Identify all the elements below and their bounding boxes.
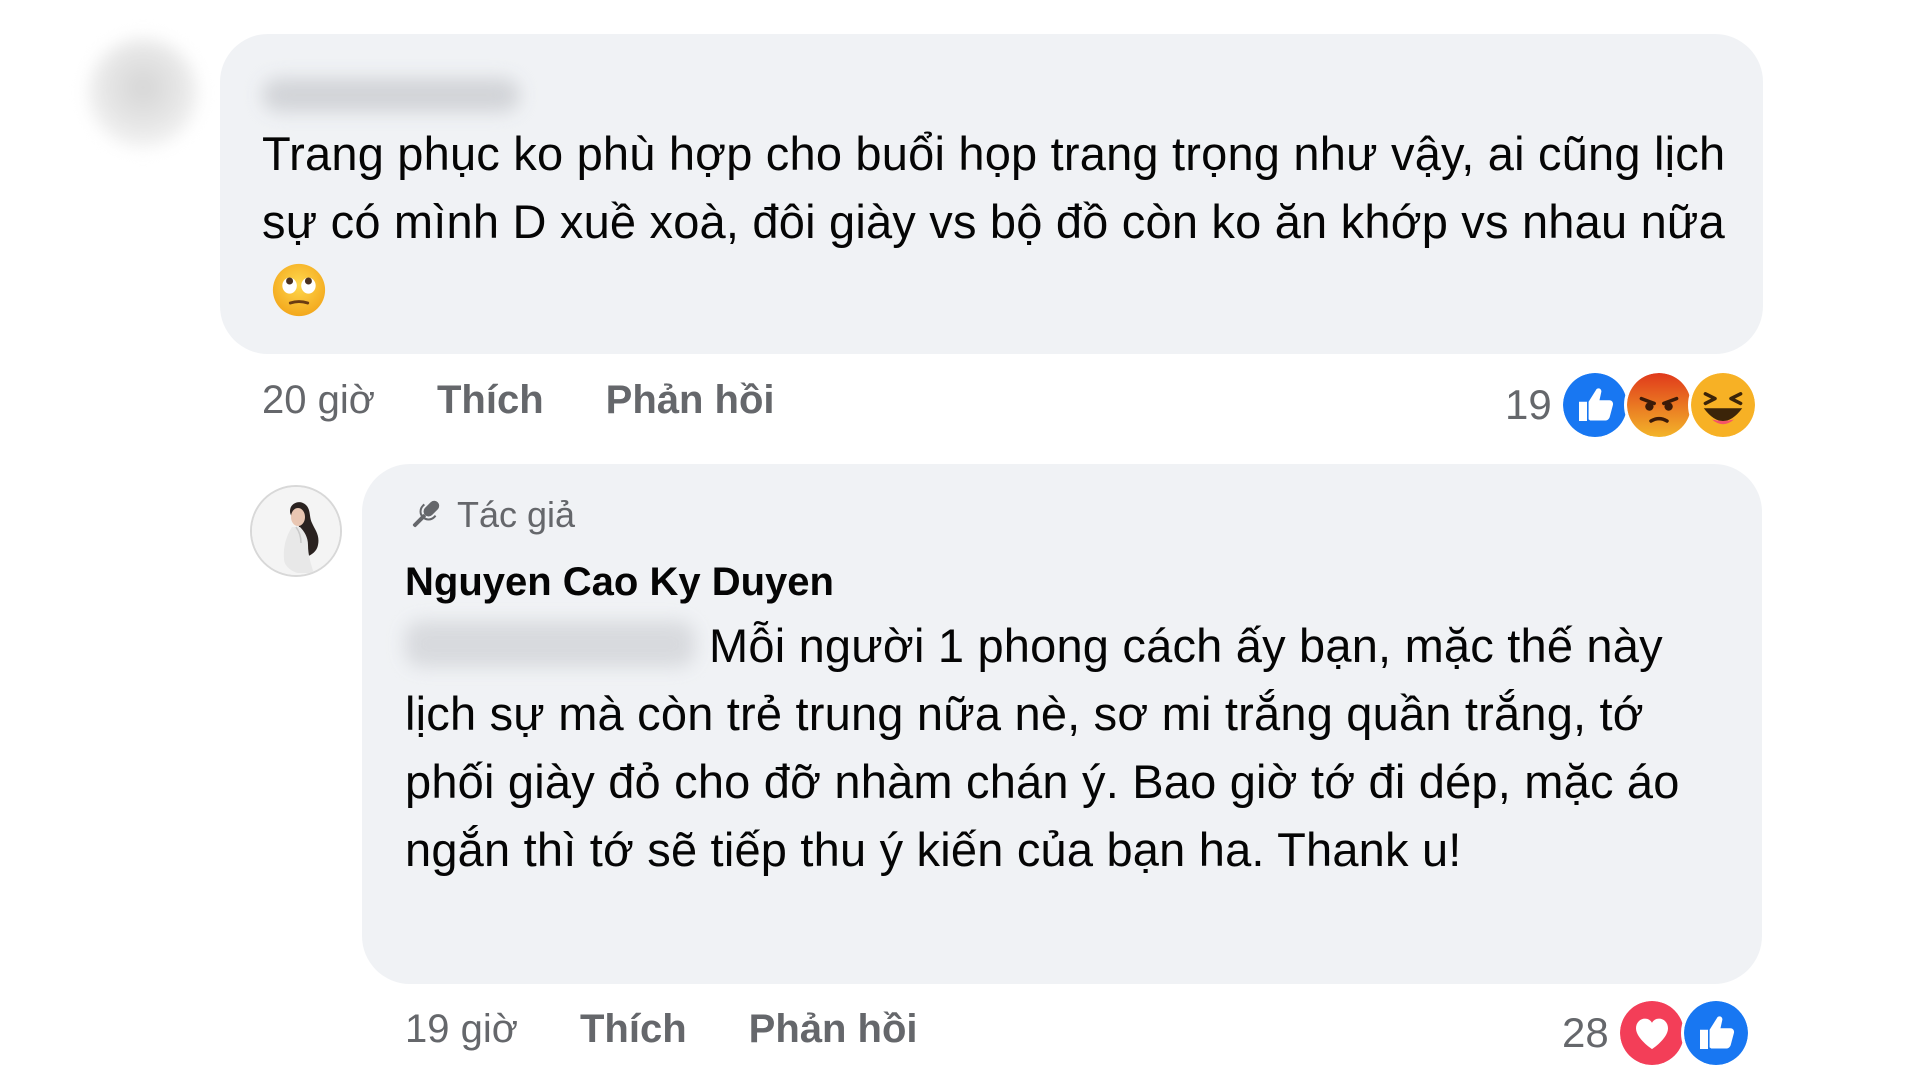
reply-like-button[interactable]: Thích: [580, 1007, 687, 1052]
angry-icon: [1623, 370, 1694, 440]
comment-timestamp[interactable]: 20 giờ: [262, 378, 375, 423]
reply-reactions[interactable]: 28: [1562, 998, 1751, 1068]
reply-reply-button[interactable]: Phản hồi: [749, 1007, 918, 1052]
reply-timestamp[interactable]: 19 giờ: [405, 1007, 518, 1052]
mention-redacted[interactable]: [405, 620, 695, 667]
comment-body: Trang phục ko phù hợp cho buổi họp trang…: [262, 120, 1732, 324]
reply-body: Mỗi người 1 phong cách ấy bạn, mặc thế n…: [405, 612, 1745, 884]
like-icon: [1680, 998, 1751, 1068]
comment-text: Trang phục ko phù hợp cho buổi họp trang…: [262, 127, 1726, 248]
commenter-name-redacted[interactable]: [262, 78, 520, 112]
haha-icon: [1687, 370, 1758, 440]
author-badge-label: Tác giả: [457, 494, 576, 535]
reply-button[interactable]: Phản hồi: [606, 378, 775, 423]
reply-reaction-count: 28: [1562, 1009, 1609, 1056]
love-icon: [1616, 998, 1687, 1068]
rolling-eyes-emoji-icon: [272, 263, 326, 316]
reply-author-name[interactable]: Nguyen Cao Ky Duyen: [405, 560, 834, 605]
microphone-icon: [412, 500, 440, 528]
author-badge: Tác giả: [405, 494, 575, 536]
comment-reactions[interactable]: 19: [1505, 370, 1758, 440]
reply-actions: 19 giờ Thích Phản hồi: [405, 1007, 918, 1052]
author-photo-icon: [252, 487, 340, 575]
author-avatar[interactable]: [250, 485, 342, 577]
comment-actions: 20 giờ Thích Phản hồi: [262, 378, 775, 423]
like-icon: [1559, 370, 1630, 440]
reaction-count: 19: [1505, 381, 1552, 428]
commenter-avatar[interactable]: [88, 38, 198, 148]
like-button[interactable]: Thích: [437, 378, 544, 423]
